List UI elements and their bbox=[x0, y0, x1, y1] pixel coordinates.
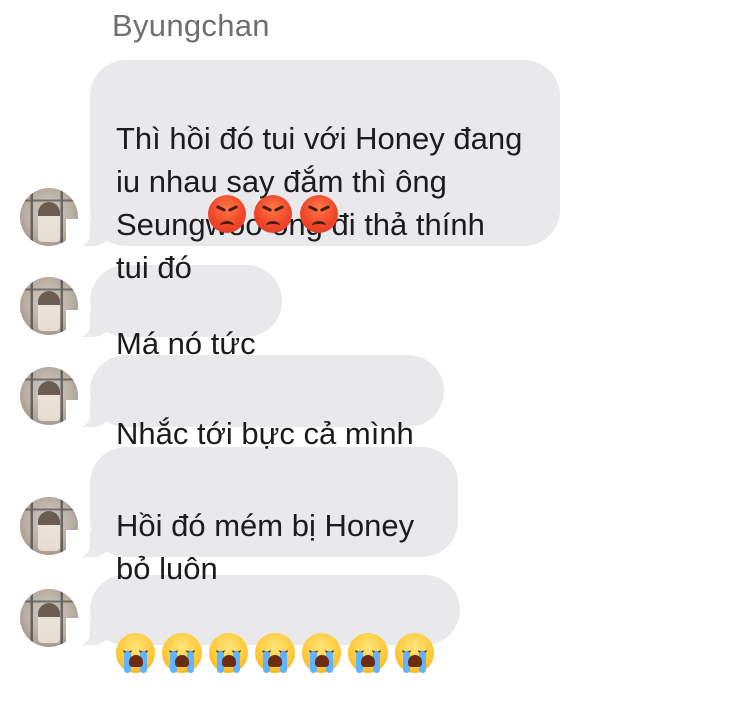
crying-face-emoji bbox=[348, 633, 388, 673]
crying-face-emoji bbox=[255, 633, 295, 673]
emoji-group bbox=[208, 195, 338, 233]
angry-face-emoji bbox=[254, 195, 292, 233]
message-row: Hồi đó mém bị Honey bỏ luôn bbox=[0, 447, 750, 586]
angry-face-emoji bbox=[300, 195, 338, 233]
crying-face-emoji bbox=[208, 633, 249, 673]
message-row: Nhắc tới bực cả mình bbox=[0, 355, 750, 451]
crying-face-emoji bbox=[394, 633, 434, 673]
message-bubble[interactable]: Nhắc tới bực cả mình bbox=[66, 355, 444, 451]
message-text: Hồi đó mém bị Honey bỏ luôn bbox=[116, 508, 415, 586]
message-text: Má nó tức bbox=[116, 326, 256, 361]
crying-face-emoji bbox=[301, 633, 342, 673]
message-text: Nhắc tới bực cả mình bbox=[116, 416, 414, 451]
sender-name: Byungchan bbox=[112, 8, 270, 43]
message-row: Thì hồi đó tui với Honey đang iu nhau sa… bbox=[0, 60, 750, 285]
message-bubble[interactable]: Hồi đó mém bị Honey bỏ luôn bbox=[66, 447, 458, 586]
emoji-group bbox=[116, 633, 434, 673]
crying-face-emoji bbox=[116, 633, 156, 673]
angry-face-emoji bbox=[208, 195, 246, 233]
crying-face-emoji bbox=[162, 633, 202, 673]
message-bubble[interactable]: Thì hồi đó tui với Honey đang iu nhau sa… bbox=[66, 60, 560, 285]
